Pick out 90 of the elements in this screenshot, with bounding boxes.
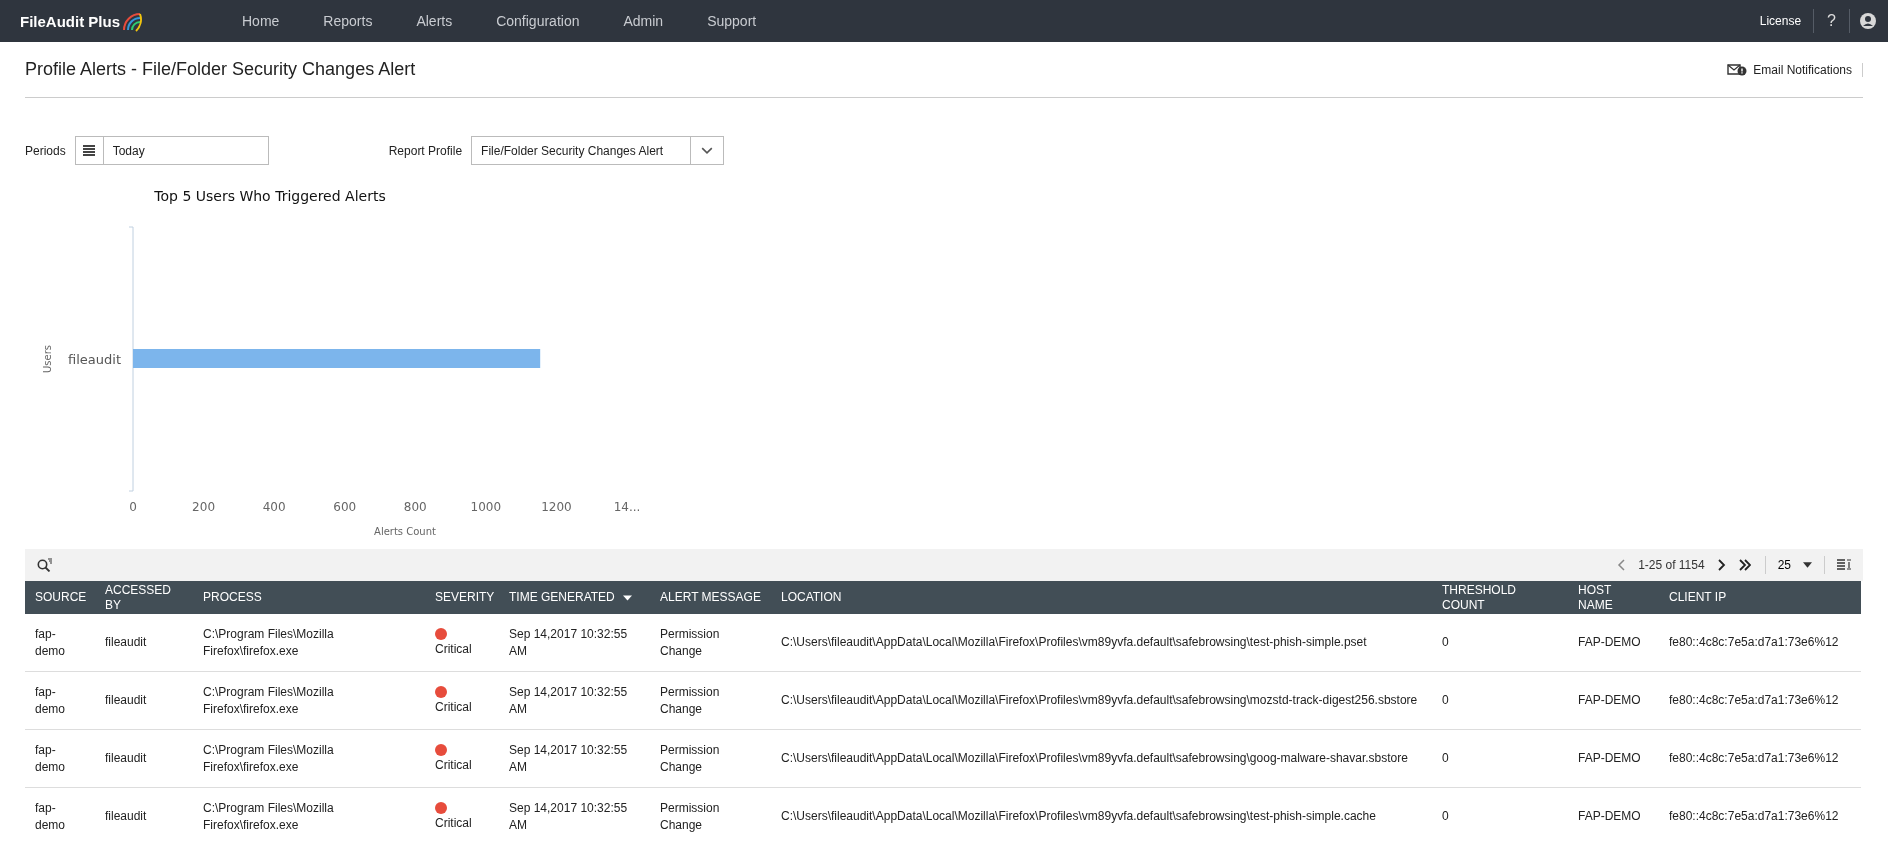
severity-label: Critical <box>435 640 472 658</box>
table-cell: 0 <box>1432 787 1568 844</box>
report-profile-label: Report Profile <box>388 143 463 158</box>
help-link[interactable]: ? <box>1814 12 1849 30</box>
table-cell: Sep 14,2017 10:32:55 AM <box>499 671 650 730</box>
chart-title: Top 5 Users Who Triggered Alerts <box>154 188 386 204</box>
nav-link[interactable]: Alerts <box>394 13 475 29</box>
table-cell: fileaudit <box>95 787 193 844</box>
column-header[interactable]: ACCESSED BY <box>95 581 193 614</box>
table-cell: C:\Program Files\Mozilla Firefox\firefox.exe <box>193 729 425 788</box>
table-cell: FAP-DEMO <box>1568 787 1659 844</box>
table-cell: 0 <box>1432 729 1568 788</box>
severity-label: Critical <box>435 756 472 774</box>
user-icon[interactable] <box>1860 13 1876 29</box>
logo-text: FileAudit Plus <box>20 12 120 30</box>
table-cell: 0 <box>1432 671 1568 730</box>
caret-down-icon <box>1803 562 1812 568</box>
chevron-down-icon <box>701 145 714 156</box>
table-cell: Sep 14,2017 10:32:55 AM <box>499 787 650 844</box>
x-tick-label: 14... <box>613 500 641 514</box>
column-header[interactable]: SOURCE <box>25 581 95 614</box>
table-cell: Permission Change <box>650 787 771 844</box>
column-header[interactable]: ALERT MESSAGE <box>650 581 771 614</box>
table-cell: fap-demo <box>25 614 95 672</box>
column-header[interactable]: SEVERITY <box>425 581 499 614</box>
table-cell: FAP-DEMO <box>1568 729 1659 788</box>
x-tick-label: 800 <box>403 500 427 514</box>
column-header[interactable]: LOCATION <box>771 581 1432 614</box>
table-cell: Sep 14,2017 10:32:55 AM <box>499 614 650 672</box>
severity-label: Critical <box>435 698 472 716</box>
x-tick-label: 600 <box>333 500 357 514</box>
email-notifications-link[interactable]: Email Notifications <box>1727 62 1863 77</box>
table-cell: FAP-DEMO <box>1568 671 1659 730</box>
period-field[interactable]: Today <box>74 136 269 165</box>
table-cell: C:\Program Files\Mozilla Firefox\firefox.exe <box>193 671 425 730</box>
category-label: fileaudit <box>68 352 121 367</box>
nav-link[interactable]: Support <box>685 13 779 29</box>
x-tick-label: 1200 <box>541 500 572 514</box>
column-settings-icon[interactable] <box>1837 559 1851 571</box>
table-cell: Sep 14,2017 10:32:55 AM <box>499 729 650 788</box>
table-cell: C:\Users\fileaudit\AppData\Local\Mozilla\Firefox\Profiles\vm89yvfa.default\safebrowsing\test-phish-simple.pset <box>771 614 1432 672</box>
nav-link[interactable]: Home <box>220 13 302 29</box>
x-tick-label: 0 <box>129 500 137 514</box>
last-page-button[interactable] <box>1736 559 1753 571</box>
x-tick-label: 400 <box>262 500 286 514</box>
table-cell: fileaudit <box>95 729 193 788</box>
logo-icon <box>122 10 142 32</box>
calendar-icon[interactable] <box>83 145 96 156</box>
table-cell: fe80::4c8c:7e5a:d7a1:73e6%12 <box>1659 787 1861 844</box>
y-axis-title: Users <box>42 345 53 373</box>
table-cell: fap-demo <box>25 671 95 730</box>
column-header[interactable]: TIME GENERATED <box>499 581 650 614</box>
nav-link[interactable]: Reports <box>301 13 395 29</box>
table-cell: fe80::4c8c:7e5a:d7a1:73e6%12 <box>1659 729 1861 788</box>
page-range: 1-25 of 1154 <box>1638 558 1705 572</box>
column-header[interactable]: CLIENT IP <box>1659 581 1861 614</box>
table-cell: 0 <box>1432 614 1568 672</box>
page-title: Profile Alerts - File/Folder Security Changes Alert <box>25 59 416 80</box>
table-cell: C:\Program Files\Mozilla Firefox\firefox.exe <box>193 787 425 844</box>
page-size-dropdown[interactable]: 25 <box>1777 558 1812 572</box>
table-cell: fap-demo <box>25 729 95 788</box>
table-cell: C:\Users\fileaudit\AppData\Local\Mozilla\Firefox\Profiles\vm89yvfa.default\safebrowsing\test-phish-simple.cache <box>771 787 1432 844</box>
column-header[interactable]: PROCESS <box>193 581 425 614</box>
sort-descending-icon <box>622 594 632 601</box>
table-cell: Permission Change <box>650 729 771 788</box>
license-link[interactable]: License <box>1747 14 1814 28</box>
x-tick-label: 200 <box>192 500 215 514</box>
table-cell: FAP-DEMO <box>1568 614 1659 672</box>
table-cell: fe80::4c8c:7e5a:d7a1:73e6%12 <box>1659 614 1861 672</box>
x-axis-title: Alerts Count <box>374 526 436 537</box>
table-cell: fe80::4c8c:7e5a:d7a1:73e6%12 <box>1659 671 1861 730</box>
x-tick-label: 1000 <box>470 500 502 514</box>
nav-link[interactable]: Admin <box>601 13 686 29</box>
table-cell: Permission Change <box>650 614 771 672</box>
double-chevron-right-icon <box>1738 559 1751 571</box>
column-header[interactable]: THRESHOLD COUNT <box>1432 581 1568 614</box>
table-cell: C:\Users\fileaudit\AppData\Local\Mozilla\Firefox\Profiles\vm89yvfa.default\safebrowsing\mozstd-track-digest256.sbstore <box>771 671 1432 730</box>
table-cell: Permission Change <box>650 671 771 730</box>
table-cell: fileaudit <box>95 671 193 730</box>
search-icon[interactable] <box>37 558 52 572</box>
mail-alert-icon <box>1727 63 1748 76</box>
severity-label: Critical <box>435 814 472 832</box>
table-cell: C:\Program Files\Mozilla Firefox\firefox.exe <box>193 614 425 672</box>
report-profile-dropdown[interactable]: File/Folder Security Changes Alert <box>471 136 725 165</box>
table-cell: C:\Users\fileaudit\AppData\Local\Mozilla\Firefox\Profiles\vm89yvfa.default\safebrowsing\goog-malware-shavar.sbstore <box>771 729 1432 788</box>
nav-link[interactable]: Configuration <box>474 13 602 29</box>
column-header[interactable]: HOST NAME <box>1568 581 1659 614</box>
table-cell: fap-demo <box>25 787 95 844</box>
periods-label: Periods <box>25 143 66 158</box>
table-cell: fileaudit <box>95 614 193 672</box>
